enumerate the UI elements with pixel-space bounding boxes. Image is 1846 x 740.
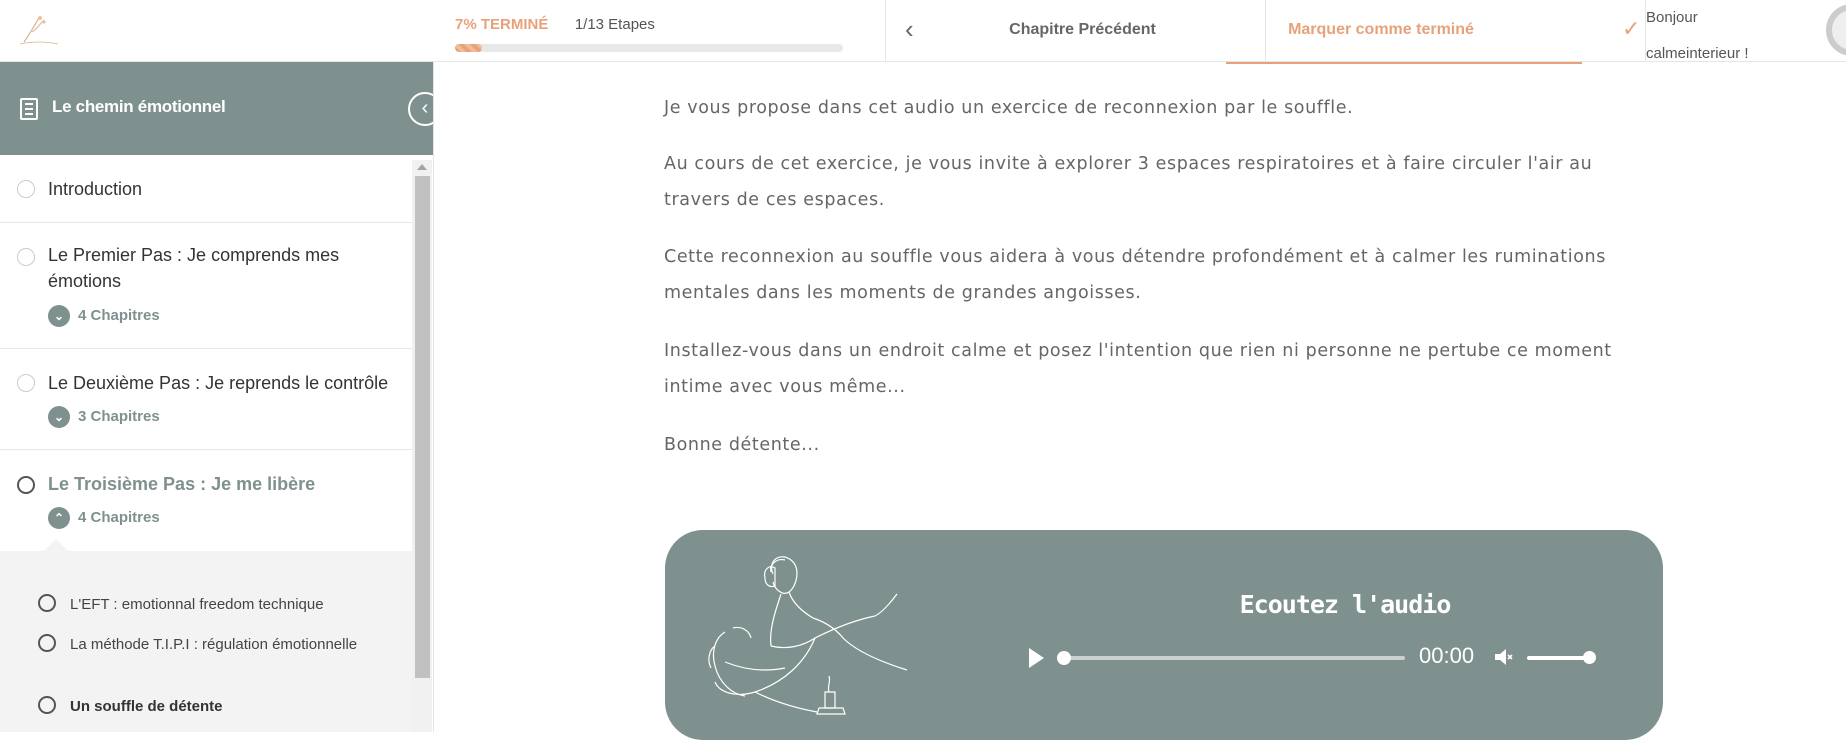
chapters-toggle[interactable]: ⌄ 4 Chapitres bbox=[48, 305, 160, 327]
chapter-item-eft[interactable]: L'EFT : emotionnal freedom technique bbox=[70, 593, 390, 617]
audio-seek-bar[interactable] bbox=[1057, 651, 1405, 665]
status-circle-icon bbox=[17, 476, 35, 494]
progress-bar-fill bbox=[455, 44, 483, 52]
greeting-line: Bonjour bbox=[1646, 9, 1698, 26]
course-sidebar: Le chemin émotionnel ‹ Introduction Le P… bbox=[0, 62, 434, 732]
scrollbar-thumb[interactable] bbox=[415, 176, 430, 678]
mark-complete-label: Marquer comme terminé bbox=[1288, 21, 1474, 38]
relaxing-woman-illustration bbox=[685, 542, 925, 740]
audio-title: Ecoutez l'audio bbox=[1239, 590, 1452, 619]
status-circle-icon bbox=[17, 374, 35, 392]
checkmark-icon: ✓ bbox=[1622, 16, 1641, 41]
course-progress: 7% TERMINÉ 1/13 Etapes bbox=[455, 16, 845, 52]
volume-handle[interactable] bbox=[1583, 651, 1596, 664]
sidebar-item-label: Le Troisième Pas : Je me libère bbox=[48, 474, 316, 494]
top-bar: 7% TERMINÉ 1/13 Etapes ‹ Chapitre Précéd… bbox=[0, 0, 1846, 64]
audio-player-card: Ecoutez l'audio 00:00 bbox=[665, 530, 1663, 740]
status-circle-icon bbox=[38, 696, 56, 714]
lesson-paragraph: Installez-vous dans un endroit calme et … bbox=[664, 341, 1612, 397]
lesson-paragraph: Bonne détente... bbox=[664, 435, 820, 455]
chevron-left-icon[interactable]: ‹ bbox=[905, 14, 914, 45]
chevron-down-icon: ⌄ bbox=[48, 406, 70, 428]
sidebar-item-deuxieme-pas[interactable]: Le Deuxième Pas : Je reprends le contrôl… bbox=[0, 349, 412, 450]
status-circle-icon bbox=[38, 634, 56, 652]
volume-slider[interactable] bbox=[1527, 651, 1596, 664]
mark-complete-button[interactable]: Marquer comme terminé ✓ bbox=[1226, 0, 1640, 64]
course-title: Le chemin émotionnel bbox=[52, 97, 226, 116]
sidebar-item-label: Introduction bbox=[48, 179, 143, 199]
scroll-up-icon[interactable] bbox=[417, 164, 427, 170]
chapter-list: L'EFT : emotionnal freedom technique La … bbox=[0, 539, 412, 732]
progress-percent: 7% TERMINÉ bbox=[455, 16, 549, 33]
chevron-up-icon: ⌃ bbox=[48, 507, 70, 529]
brand-logo[interactable] bbox=[18, 12, 60, 48]
status-circle-icon bbox=[38, 594, 56, 612]
chapters-toggle[interactable]: ⌃ 4 Chapitres bbox=[48, 507, 160, 529]
lesson-paragraph: Cette reconnexion au souffle vous aidera… bbox=[664, 247, 1606, 303]
chapter-item-souffle-current[interactable]: Un souffle de détente bbox=[70, 695, 390, 719]
volume-mute-icon[interactable] bbox=[1493, 646, 1515, 673]
chapters-count: 4 Chapitres bbox=[78, 306, 160, 324]
seek-handle[interactable] bbox=[1057, 651, 1071, 665]
lesson-paragraph: Je vous propose dans cet audio un exerci… bbox=[664, 98, 1354, 118]
sidebar-item-premier-pas[interactable]: Le Premier Pas : Je comprends mes émotio… bbox=[0, 223, 412, 349]
header-divider bbox=[885, 0, 886, 62]
sidebar-header: Le chemin émotionnel bbox=[0, 62, 433, 155]
chevron-down-icon: ⌄ bbox=[48, 305, 70, 327]
document-icon bbox=[20, 98, 38, 120]
status-circle-icon bbox=[17, 248, 35, 266]
chapters-count: 4 Chapitres bbox=[78, 508, 160, 526]
chapters-toggle[interactable]: ⌄ 3 Chapitres bbox=[48, 406, 160, 428]
sidebar-item-label: Le Premier Pas : Je comprends mes émotio… bbox=[48, 245, 340, 291]
sidebar-item-troisieme-pas[interactable]: Le Troisième Pas : Je me libère ⌃ 4 Chapi… bbox=[0, 450, 412, 551]
progress-bar bbox=[455, 44, 843, 52]
progress-steps: 1/13 Etapes bbox=[574, 16, 655, 33]
status-circle-icon bbox=[17, 180, 35, 198]
lesson-paragraph: Au cours de cet exercice, je vous invite… bbox=[664, 154, 1593, 210]
collapse-sidebar-button[interactable]: ‹ bbox=[408, 92, 433, 126]
lesson-content: Je vous propose dans cet audio un exerci… bbox=[434, 62, 1846, 740]
play-icon[interactable] bbox=[1029, 648, 1044, 668]
avatar[interactable] bbox=[1826, 4, 1846, 56]
sidebar-scrollbar[interactable] bbox=[412, 160, 432, 732]
previous-chapter-button[interactable]: Chapitre Précédent bbox=[975, 21, 1190, 39]
sidebar-item-label: Le Deuxième Pas : Je reprends le contrôl… bbox=[48, 373, 389, 393]
audio-time: 00:00 bbox=[1419, 643, 1475, 668]
sidebar-item-introduction[interactable]: Introduction bbox=[0, 155, 412, 223]
chapters-count: 3 Chapitres bbox=[78, 407, 160, 425]
chapter-item-tipi[interactable]: La méthode T.I.P.I : régulation émotionn… bbox=[70, 633, 390, 657]
sublist-pointer bbox=[44, 539, 68, 551]
